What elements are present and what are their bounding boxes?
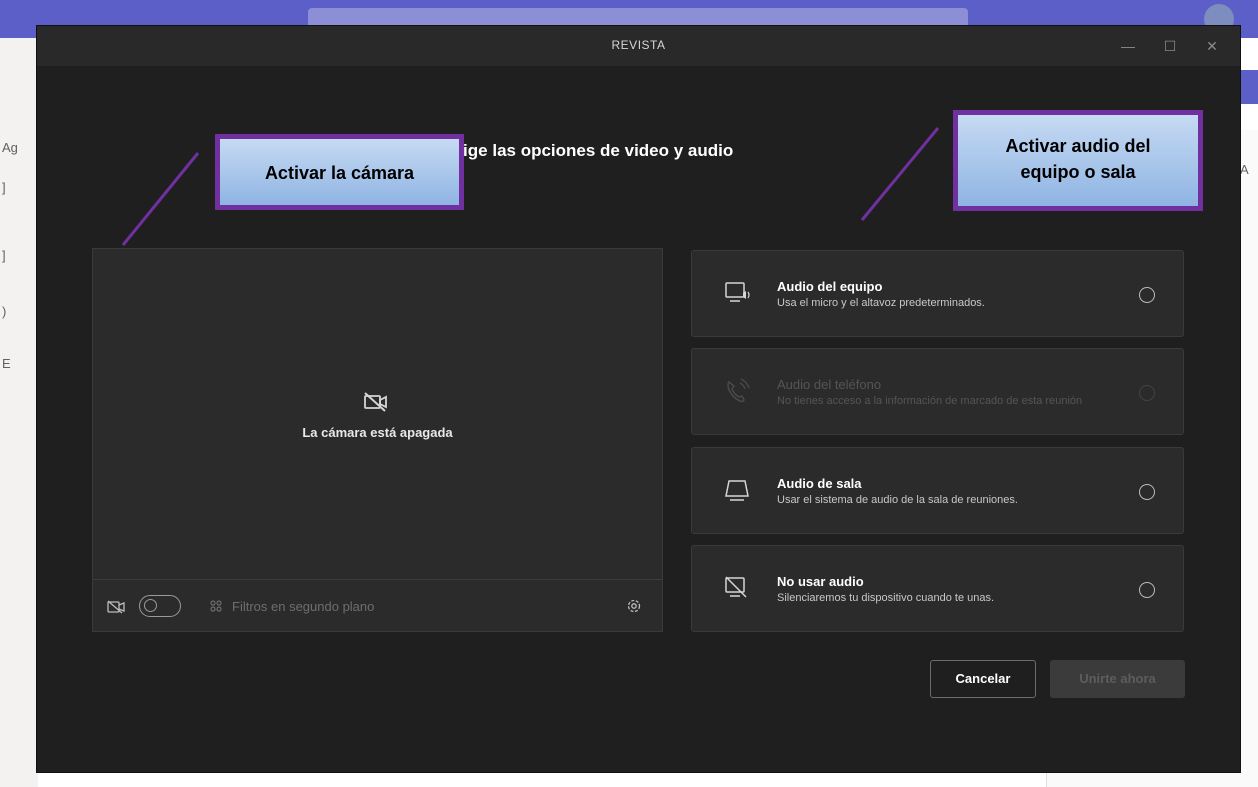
options-heading: Elige las opciones de video y audio — [447, 141, 734, 160]
background-filters-icon — [210, 600, 222, 612]
background-right-letter: A — [1240, 162, 1249, 177]
audio-option-radio — [1139, 385, 1155, 401]
camera-annotation-callout: Activar la cámara — [215, 134, 464, 210]
audio-option-radio[interactable] — [1139, 484, 1155, 500]
background-glyph: ] — [2, 180, 6, 195]
camera-off-icon — [364, 392, 387, 412]
background-filters-button[interactable]: Filtros en segundo plano — [232, 599, 374, 614]
video-preview: La cámara está apagada Filtros en segund… — [92, 248, 663, 632]
audio-option-none[interactable]: No usar audio Silenciaremos tu dispositi… — [691, 545, 1184, 632]
background-sidebar: Ag ] ] ) E — [0, 38, 38, 787]
audio-annotation-text-line2: equipo o sala — [1020, 162, 1136, 182]
audio-option-room[interactable]: Audio de sala Usar el sistema de audio d… — [691, 447, 1184, 534]
dialog-titlebar: REVISTA — ☐ ✕ — [37, 26, 1240, 66]
preview-controls: Filtros en segundo plano — [93, 579, 662, 632]
audio-option-phone: Audio del teléfono No tienes acceso a la… — [691, 348, 1184, 435]
audio-option-computer[interactable]: Audio del equipo Usa el micro y el altav… — [691, 250, 1184, 337]
background-glyph: ] — [2, 248, 6, 263]
audio-option-radio[interactable] — [1139, 287, 1155, 303]
dialog-title: REVISTA — [611, 38, 666, 52]
audio-option-description: Usar el sistema de audio de la sala de r… — [777, 494, 1018, 506]
audio-option-description: No tienes acceso a la información de mar… — [777, 395, 1083, 407]
audio-option-title: Audio del teléfono — [777, 377, 882, 392]
audio-option-description: Usa el micro y el altavoz predeterminado… — [777, 297, 985, 309]
computer-audio-icon — [725, 282, 750, 302]
camera-toggle[interactable] — [139, 595, 181, 617]
close-button[interactable]: ✕ — [1199, 34, 1225, 58]
join-now-button[interactable]: Unirte ahora — [1050, 660, 1185, 698]
audio-option-radio[interactable] — [1139, 582, 1155, 598]
background-glyph: Ag — [2, 140, 18, 155]
room-audio-icon — [725, 480, 749, 501]
no-audio-icon — [725, 576, 747, 598]
audio-option-title: Audio del equipo — [777, 279, 883, 294]
audio-option-title: No usar audio — [777, 574, 864, 589]
maximize-button[interactable]: ☐ — [1157, 34, 1183, 58]
camera-toggle-knob — [144, 599, 157, 612]
audio-annotation-text-line1: Activar audio del — [1005, 136, 1151, 156]
phone-icon — [727, 378, 750, 403]
minimize-button[interactable]: — — [1115, 34, 1141, 58]
camera-off-label: La cámara está apagada — [302, 425, 453, 440]
background-glyph: ) — [2, 304, 7, 319]
device-settings-icon[interactable] — [626, 598, 642, 614]
audio-option-description: Silenciaremos tu dispositivo cuando te u… — [777, 592, 995, 604]
background-accent-right — [1238, 70, 1258, 104]
cancel-button[interactable]: Cancelar — [930, 660, 1036, 698]
video-preview-area: La cámara está apagada — [93, 249, 662, 579]
camera-annotation-text: Activar la cámara — [264, 163, 415, 183]
background-glyph: E — [2, 356, 11, 371]
audio-option-title: Audio de sala — [777, 476, 862, 491]
camera-icon — [107, 600, 125, 614]
audio-annotation-callout: Activar audio del equipo o sala — [953, 110, 1203, 211]
